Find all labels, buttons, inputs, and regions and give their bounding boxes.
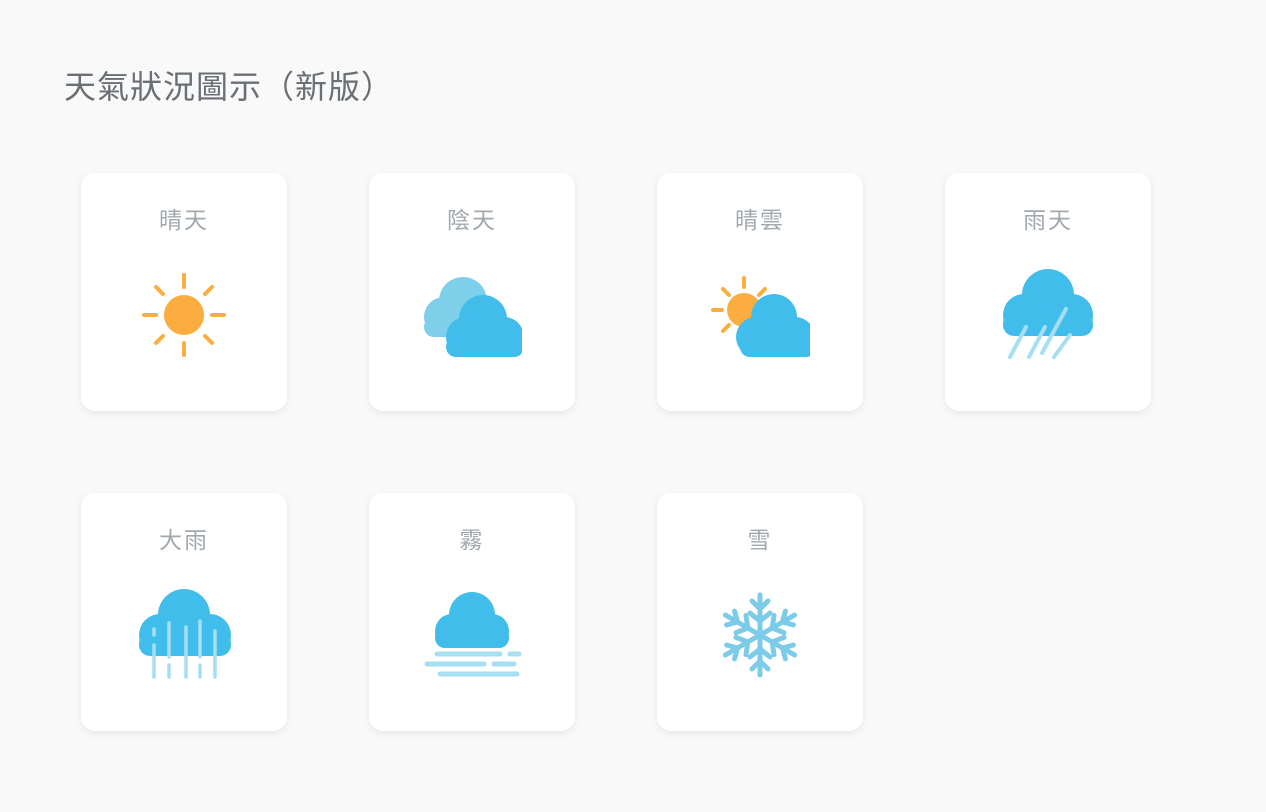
card-label: 晴天 bbox=[159, 208, 209, 234]
card-label: 大雨 bbox=[159, 528, 209, 554]
partly-cloudy-icon bbox=[711, 276, 810, 357]
weather-card-fog[interactable]: 霧 bbox=[369, 493, 575, 731]
weather-card-heavy-rain[interactable]: 大雨 bbox=[81, 493, 287, 731]
weather-card-snow[interactable]: 雪 bbox=[657, 493, 863, 731]
card-label: 陰天 bbox=[447, 208, 497, 234]
card-label: 霧 bbox=[459, 528, 485, 554]
card-label: 雪 bbox=[747, 528, 773, 554]
weather-card-cloudy[interactable]: 陰天 bbox=[369, 173, 575, 411]
rain-icon bbox=[1003, 269, 1093, 359]
card-label: 晴雲 bbox=[735, 208, 785, 234]
fog-icon bbox=[424, 592, 522, 677]
snow-icon bbox=[710, 592, 810, 685]
weather-card-rain[interactable]: 雨天 bbox=[945, 173, 1151, 411]
weather-card-partly-cloudy[interactable]: 晴雲 bbox=[657, 173, 863, 411]
card-label: 雨天 bbox=[1023, 208, 1073, 234]
cloudy-icon bbox=[424, 277, 522, 357]
sun-icon bbox=[142, 273, 226, 357]
heavy-rain-icon bbox=[139, 589, 231, 679]
weather-card-sunny[interactable]: 晴天 bbox=[81, 173, 287, 411]
page-title: 天氣狀況圖示（新版） bbox=[64, 68, 395, 106]
